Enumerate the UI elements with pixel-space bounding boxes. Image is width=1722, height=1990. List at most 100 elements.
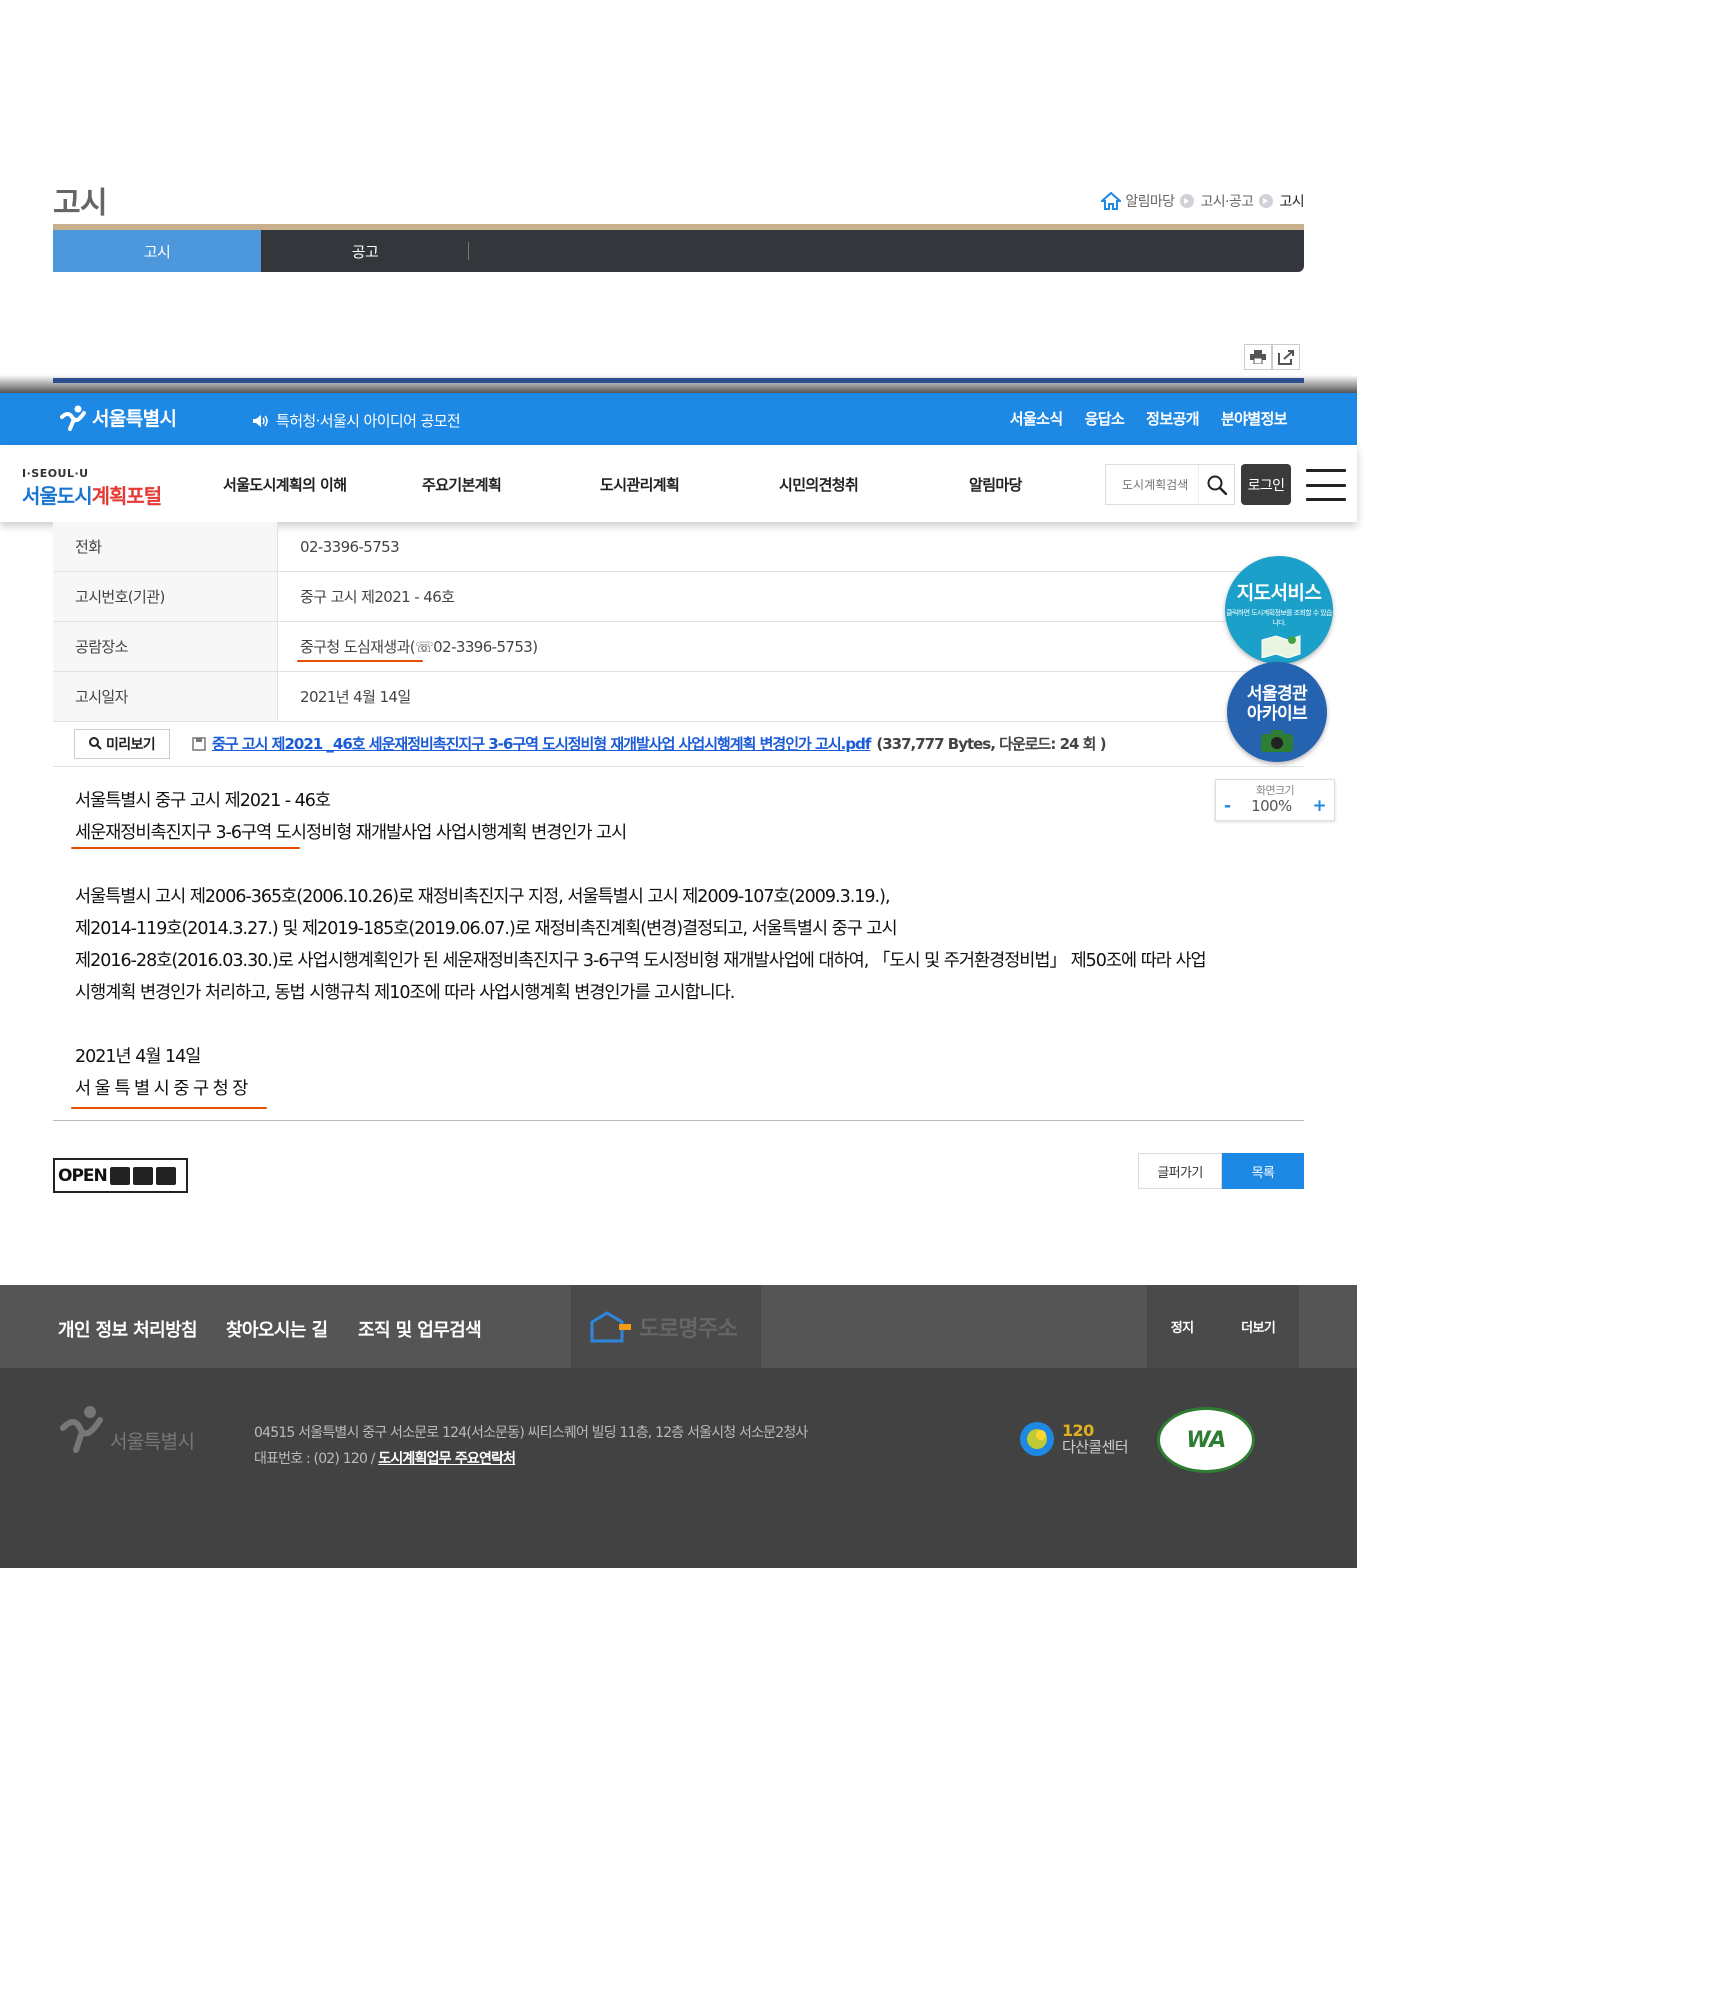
- archive-title-2: 아카이브: [1246, 704, 1308, 724]
- info-label: 공람장소: [53, 622, 278, 671]
- gnb-item-notice[interactable]: 알림마당: [969, 474, 1022, 495]
- license-noncommercial-icon: [132, 1166, 153, 1185]
- info-value: 중구청 도심재생과(☏02-3396-5753): [300, 638, 538, 656]
- share-button[interactable]: [1272, 344, 1300, 370]
- body-date: 2021년 4월 14일: [75, 1047, 201, 1067]
- breadcrumb-item-announce[interactable]: 고시·공고: [1200, 191, 1254, 211]
- top-link-response[interactable]: 응답소: [1085, 408, 1125, 429]
- info-label: 고시번호(기관): [53, 572, 278, 621]
- archive-title-1: 서울경관: [1246, 684, 1308, 704]
- footer-address: 04515 서울특별시 중구 서소문로 124(서소문동) 씨티스퀘어 빌딩 1…: [254, 1420, 808, 1472]
- speaker-icon: [253, 414, 268, 427]
- login-button[interactable]: 로그인: [1241, 464, 1291, 505]
- gnb-item-management[interactable]: 도시관리계획: [600, 474, 680, 495]
- attachment-link[interactable]: 중구 고시 제2021 _46호 세운재정비촉진지구 3-6구역 도시정비형 재…: [212, 733, 871, 754]
- info-label: 전화: [53, 522, 278, 571]
- map-icon: [1261, 635, 1301, 659]
- gnb-item-understanding[interactable]: 서울도시계획의 이해: [223, 474, 347, 495]
- map-service-button[interactable]: 지도서비스 클릭하면 도시계획정보를 조회할 수 있습니다.: [1225, 556, 1333, 664]
- banner-stop-button[interactable]: 정지: [1171, 1317, 1194, 1336]
- top-link-news[interactable]: 서울소식: [1010, 408, 1063, 429]
- top-link-open-info[interactable]: 정보공개: [1146, 408, 1199, 429]
- portal-logo-main: 서울도시계획포털: [22, 480, 162, 509]
- tab-bar: 고시 공고: [53, 230, 1304, 272]
- call-center-number: 120: [1062, 1421, 1094, 1440]
- footer-link-directions[interactable]: 찾아오시는 길: [226, 1316, 328, 1342]
- tab-gosi[interactable]: 고시: [53, 230, 261, 272]
- notice-ticker[interactable]: 특허청·서울시 아이디어 공모전: [252, 410, 461, 431]
- tab-divider: [468, 242, 469, 260]
- info-row-date: 고시일자 2021년 4월 14일: [53, 672, 1304, 722]
- content-top-line: [53, 378, 1304, 383]
- web-accessibility-mark: WA: [1157, 1407, 1255, 1473]
- road-address-banner[interactable]: 도로명주소: [571, 1285, 761, 1368]
- print-button[interactable]: [1244, 344, 1272, 370]
- file-icon: [192, 736, 206, 751]
- portal-logo-main-a: 서울도시: [22, 484, 93, 508]
- road-address-text: 도로명주소: [639, 1316, 738, 1342]
- breadcrumb-item-current: 고시: [1279, 194, 1304, 210]
- breadcrumb: 알림마당 고시·공고 고시: [1101, 191, 1305, 211]
- license-nochange-icon: [155, 1166, 176, 1185]
- seoul-logo[interactable]: 서울특별시: [60, 404, 177, 431]
- portal-logo-sub: I·SEOUL·U: [22, 467, 89, 480]
- search-box: [1105, 464, 1235, 505]
- body-line-number: 서울특별시 중구 고시 제2021 - 46호: [75, 791, 331, 811]
- footer-phone-line: 대표번호 : (02) 120 / 도시계획업무 주요연락처: [254, 1446, 808, 1472]
- search-input[interactable]: [1106, 465, 1198, 504]
- top-link-field-info[interactable]: 분야별정보: [1221, 408, 1288, 429]
- footer-address-line: 04515 서울특별시 중구 서소문로 124(서소문동) 씨티스퀘어 빌딩 1…: [254, 1425, 808, 1441]
- magnifier-icon: [88, 737, 102, 750]
- search-button[interactable]: [1198, 465, 1234, 504]
- chevron-right-icon: [1259, 194, 1274, 208]
- info-value: 02-3396-5753: [300, 537, 400, 556]
- tab-gonggo[interactable]: 공고: [261, 230, 469, 272]
- zoom-value: 100%: [1251, 797, 1292, 815]
- call-center-logo: 120 다산콜센터: [1018, 1420, 1129, 1458]
- tab-gonggo-label: 공고: [351, 242, 379, 261]
- zoom-in-button[interactable]: +: [1312, 796, 1326, 816]
- open-badge-text: OPEN: [58, 1165, 108, 1186]
- scrap-button[interactable]: 글퍼가기: [1138, 1153, 1222, 1189]
- top-links: 서울소식 응답소 정보공개 분야별정보: [1010, 408, 1288, 429]
- info-table: 전화 02-3396-5753 고시번호(기관) 중구 고시 제2021 - 4…: [53, 522, 1304, 722]
- call-center-icon: [1020, 1422, 1054, 1456]
- notice-text: 특허청·서울시 아이디어 공모전: [276, 412, 461, 430]
- body-paragraph-line: 제2014-119호(2014.3.27.) 및 제2019-185호(2019…: [75, 919, 898, 939]
- preview-button[interactable]: 미리보기: [74, 728, 170, 759]
- banner-controls: 정지 더보기: [1147, 1285, 1299, 1368]
- list-button[interactable]: 목록: [1222, 1153, 1304, 1189]
- breadcrumb-item-notice[interactable]: 알림마당: [1125, 191, 1175, 211]
- landscape-archive-button[interactable]: 서울경관 아카이브: [1227, 662, 1327, 762]
- search-icon: [1207, 475, 1227, 495]
- content-divider: [53, 1120, 1304, 1121]
- camera-icon: [1261, 730, 1293, 752]
- gnb-item-master-plan[interactable]: 주요기본계획: [422, 474, 502, 495]
- body-line-title: 세운재정비촉진지구 3-6구역 도시정비형 재개발사업 사업시행계획 변경인가 …: [75, 823, 627, 843]
- seoul-logo-icon: [60, 1406, 103, 1453]
- info-row-place: 공람장소 중구청 도심재생과(☏02-3396-5753): [53, 622, 1304, 672]
- footer-link-org-search[interactable]: 조직 및 업무검색: [358, 1316, 482, 1342]
- annotation-underline: [71, 847, 300, 849]
- open-license-badge: OPEN: [53, 1158, 188, 1193]
- zoom-out-button[interactable]: -: [1224, 796, 1231, 816]
- footer-contacts-link[interactable]: 도시계획업무 주요연락처: [378, 1451, 516, 1467]
- page-title: 고시: [53, 186, 108, 221]
- banner-more-button[interactable]: 더보기: [1241, 1317, 1276, 1336]
- body-signer: 서 울 특 별 시 중 구 청 장: [75, 1079, 248, 1099]
- preview-label: 미리보기: [105, 736, 156, 753]
- call-center-name: 다산콜센터: [1062, 1438, 1129, 1456]
- hamburger-menu-icon[interactable]: [1306, 469, 1346, 501]
- body-paragraph-line: 시행계획 변경인가 처리하고, 동법 시행규칙 제10조에 따라 사업시행계획 …: [75, 983, 735, 1003]
- footer-link-privacy[interactable]: 개인 정보 처리방침: [58, 1316, 198, 1342]
- seoul-logo-text: 서울특별시: [92, 408, 177, 430]
- map-service-title: 지도서비스: [1236, 582, 1322, 604]
- gnb-item-opinion[interactable]: 시민의견청취: [779, 474, 859, 495]
- footer-seoul-logo: 서울특별시: [60, 1404, 195, 1454]
- portal-logo[interactable]: I·SEOUL·U 서울도시계획포털: [22, 467, 162, 509]
- annotation-underline: [71, 1107, 267, 1109]
- license-person-icon: [109, 1166, 130, 1185]
- map-service-sub: 클릭하면 도시계획정보를 조회할 수 있습니다.: [1226, 609, 1332, 627]
- home-icon[interactable]: [1101, 192, 1122, 210]
- road-address-icon: [590, 1310, 631, 1342]
